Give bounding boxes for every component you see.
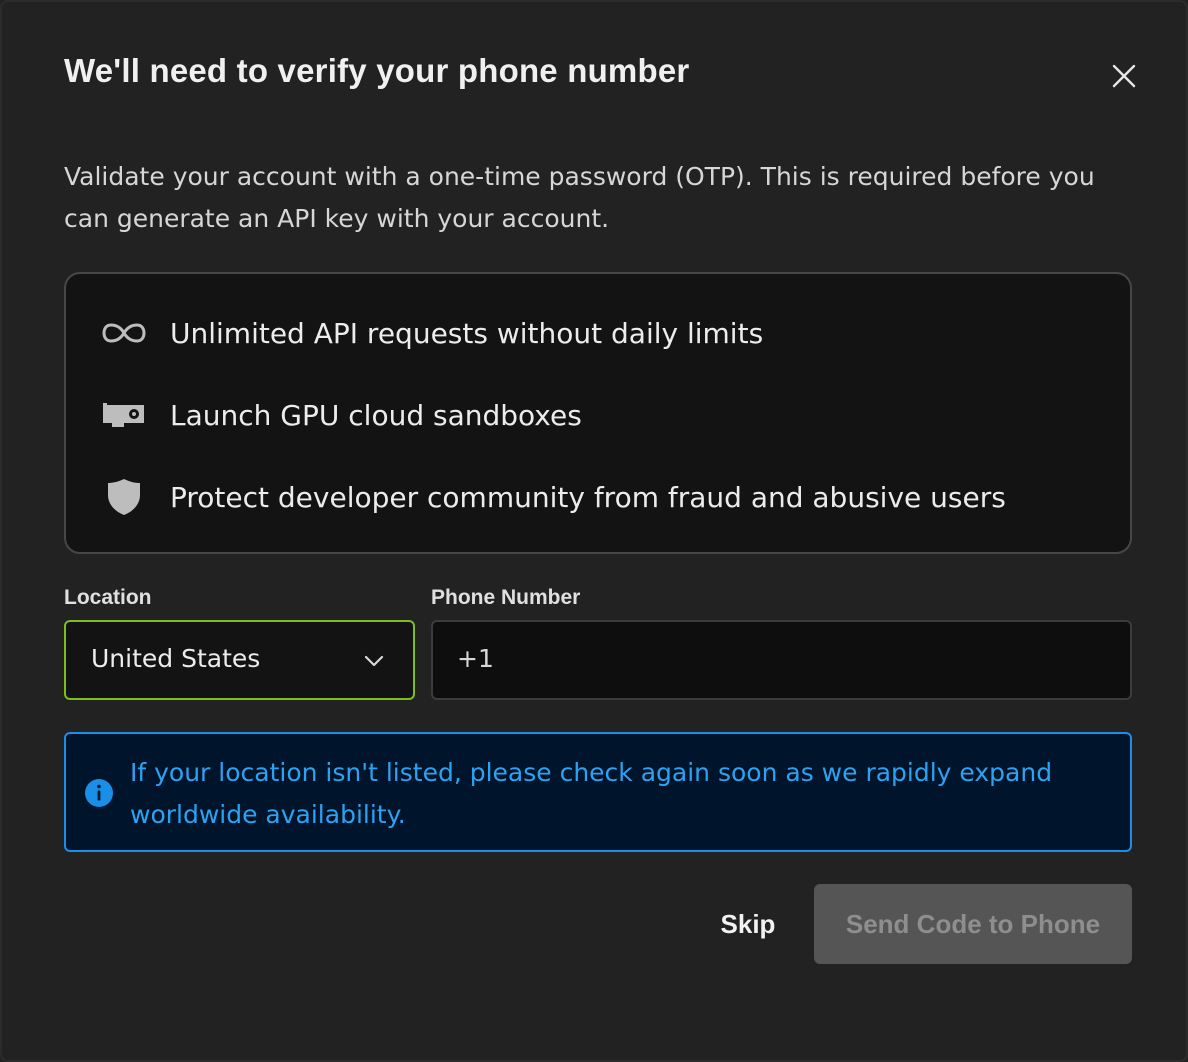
- benefit-label: Launch GPU cloud sandboxes: [170, 398, 582, 432]
- dialog-title: We'll need to verify your phone number: [64, 52, 690, 89]
- close-icon: [1112, 64, 1136, 88]
- shield-icon: [100, 477, 148, 517]
- infinity-icon: [100, 313, 148, 353]
- gpu-card-icon: [100, 395, 148, 435]
- benefit-label: Protect developer community from fraud a…: [170, 480, 1006, 514]
- location-value: United States: [91, 644, 261, 673]
- location-label: Location: [64, 586, 152, 609]
- info-message: If your location isn't listed, please ch…: [130, 758, 1053, 829]
- benefits-panel: Unlimited API requests without daily lim…: [64, 272, 1132, 554]
- benefit-item-protect: Protect developer community from fraud a…: [100, 477, 1006, 517]
- location-info-alert: If your location isn't listed, please ch…: [64, 732, 1132, 852]
- phone-country-code: +1: [457, 644, 494, 673]
- verify-phone-dialog: We'll need to verify your phone number V…: [0, 0, 1188, 1062]
- info-icon: [85, 779, 113, 807]
- phone-number-input[interactable]: +1: [431, 620, 1132, 700]
- benefit-item-unlimited: Unlimited API requests without daily lim…: [100, 313, 763, 353]
- phone-number-label: Phone Number: [431, 586, 581, 609]
- chevron-down-icon: [363, 650, 385, 676]
- skip-button[interactable]: Skip: [702, 884, 794, 964]
- dialog-description: Validate your account with a one-time pa…: [64, 162, 1095, 233]
- benefit-label: Unlimited API requests without daily lim…: [170, 316, 764, 350]
- location-select[interactable]: United States: [64, 620, 415, 700]
- send-code-button[interactable]: Send Code to Phone: [814, 884, 1132, 964]
- close-button[interactable]: [1106, 58, 1142, 94]
- benefit-item-gpu: Launch GPU cloud sandboxes: [100, 395, 582, 435]
